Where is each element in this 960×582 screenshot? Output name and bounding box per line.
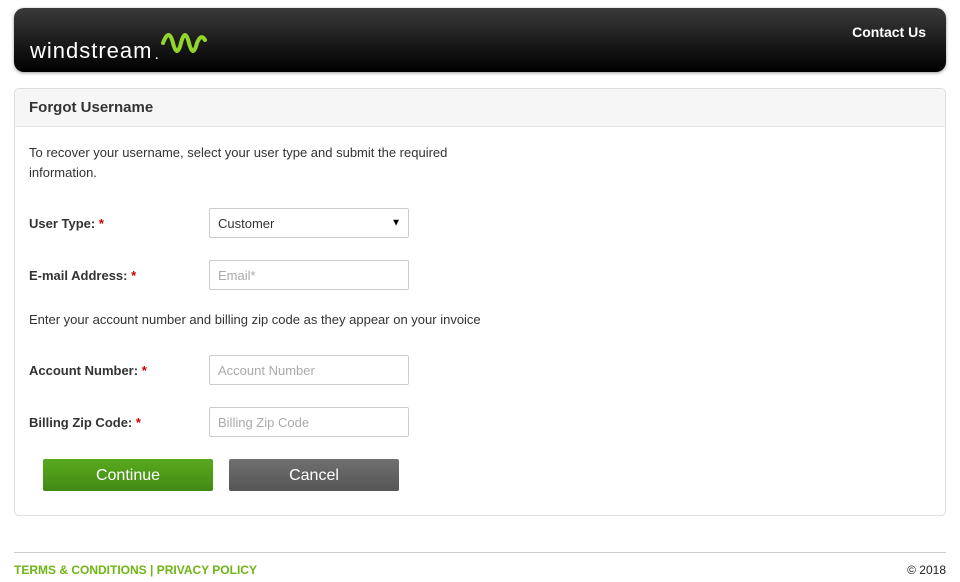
cancel-button[interactable]: Cancel [229,459,399,491]
brand-logo: windstream . [30,25,207,64]
footer-links: TERMS & CONDITIONS | PRIVACY POLICY [14,563,257,577]
account-number-label: Account Number: * [29,363,209,378]
account-number-row: Account Number: * [29,355,931,385]
panel-title: Forgot Username [15,89,945,127]
email-row: E-mail Address: * [29,260,931,290]
terms-link[interactable]: TERMS & CONDITIONS [14,563,147,577]
email-field[interactable] [209,260,409,290]
panel-body: To recover your username, select your us… [15,127,945,515]
billing-zip-label: Billing Zip Code: * [29,415,209,430]
button-row: Continue Cancel [29,459,931,491]
footer-sep: | [147,563,157,577]
brand-name: windstream [30,38,152,64]
continue-button[interactable]: Continue [43,459,213,491]
account-instruction: Enter your account number and billing zi… [29,312,931,327]
user-type-row: User Type: * Customer ▼ [29,208,931,238]
user-type-label: User Type: * [29,216,209,231]
billing-zip-row: Billing Zip Code: * [29,407,931,437]
header-bar: windstream . Contact Us [14,8,946,72]
contact-us-link[interactable]: Contact Us [852,24,926,40]
account-number-field[interactable] [209,355,409,385]
privacy-link[interactable]: PRIVACY POLICY [157,563,257,577]
copyright: © 2018 [907,563,946,577]
user-type-select[interactable]: Customer [209,208,409,238]
billing-zip-field[interactable] [209,407,409,437]
brand-dot: . [154,46,158,64]
footer: TERMS & CONDITIONS | PRIVACY POLICY © 20… [0,553,960,577]
forgot-username-panel: Forgot Username To recover your username… [14,88,946,516]
wave-icon [161,25,207,66]
intro-text: To recover your username, select your us… [29,143,449,182]
email-label: E-mail Address: * [29,268,209,283]
